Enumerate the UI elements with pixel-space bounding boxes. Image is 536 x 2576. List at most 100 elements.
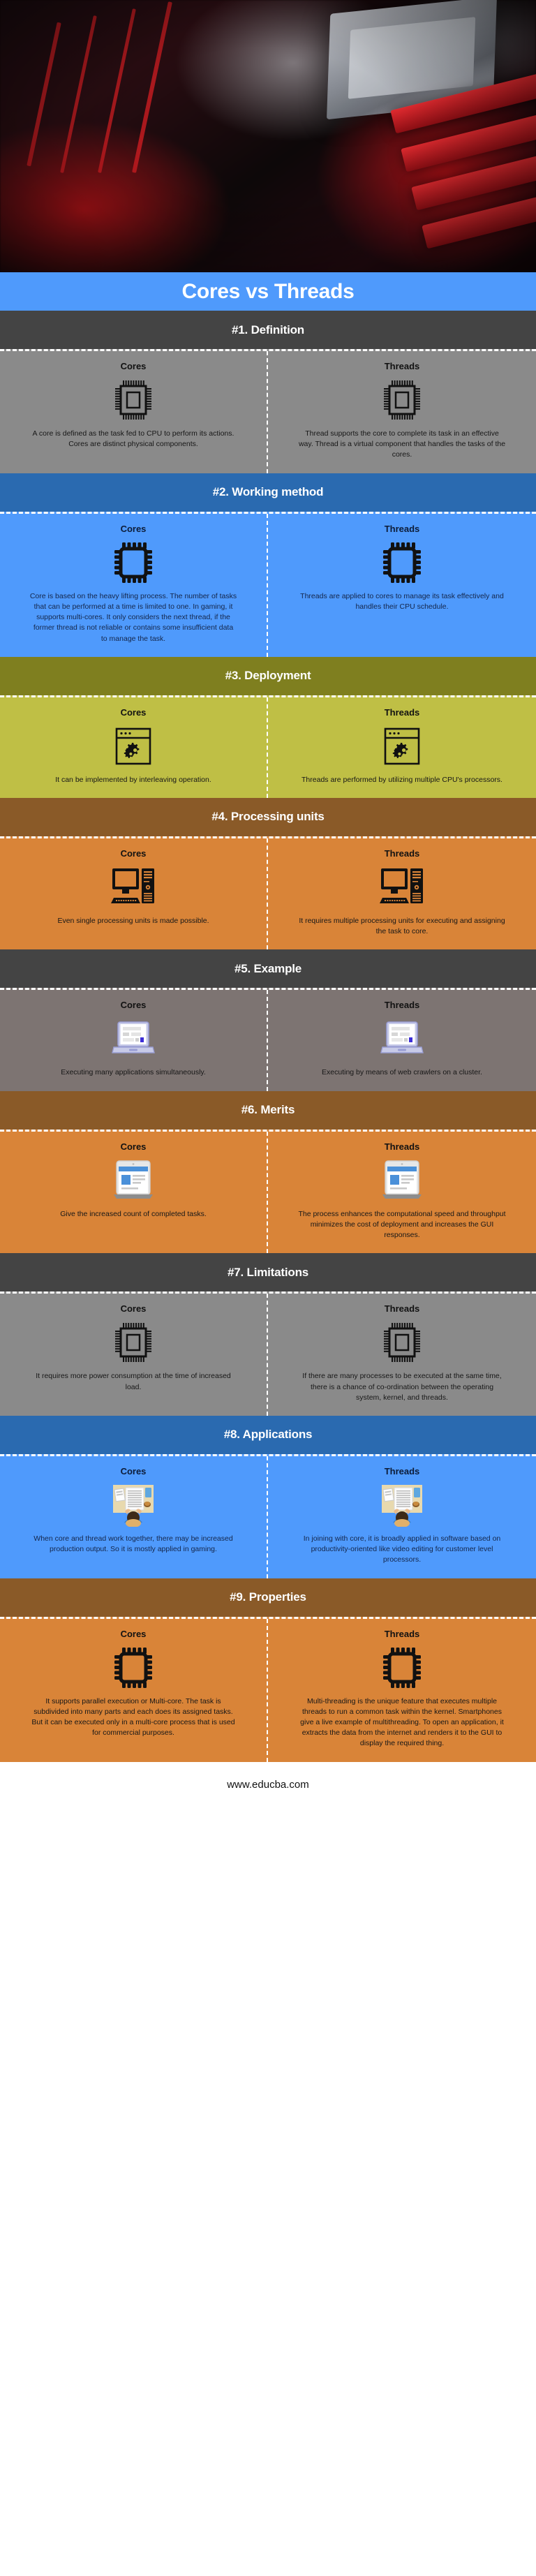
column-description: The process enhances the computational s…: [298, 1209, 506, 1240]
column-description: Thread supports the core to complete its…: [298, 429, 506, 459]
column-label: Cores: [120, 847, 147, 859]
hero-vignette: [0, 0, 536, 272]
column-description: Even single processing units is made pos…: [57, 916, 209, 925]
column-label: Cores: [120, 361, 147, 371]
comparison-column-right: Threads It requires multiple processing …: [268, 838, 536, 949]
main-title-band: Cores vs Threads: [0, 272, 536, 311]
section-title: #7. Limitations: [227, 1265, 309, 1279]
microchip-icon: [114, 541, 152, 584]
section: #9. Properties Cores It supports parallel…: [0, 1578, 536, 1762]
section: #2. Working method Cores Core is based on…: [0, 473, 536, 657]
column-label: Threads: [384, 1465, 420, 1476]
section-body: Cores It supports parallel execution or …: [0, 1616, 536, 1762]
comparison-column-right: Threads The process enhances the computa…: [268, 1132, 536, 1254]
section-body: Cores Even single processing units is ma…: [0, 836, 536, 950]
desktop-tower-icon: [111, 866, 156, 909]
comparison-column-left: Cores Executing many applications simult…: [0, 990, 268, 1091]
tablet-document-icon: [382, 1159, 422, 1202]
section-body: Cores A core is defined as the task fed …: [0, 349, 536, 473]
section: #7. Limitations Cores It requires more po…: [0, 1253, 536, 1416]
laptop-window-icon: [380, 1017, 424, 1060]
column-description: When core and thread work together, ther…: [34, 1534, 233, 1554]
comparison-column-right: Threads Executing by means of web crawle…: [268, 990, 536, 1090]
section: #1. Definition Cores A core is defined as…: [0, 311, 536, 473]
column-label: Cores: [120, 1000, 147, 1011]
column-description: Threads are applied to cores to manage i…: [300, 591, 504, 611]
comparison-column-left: Cores It requires more power consumption…: [0, 1294, 268, 1416]
comparison-column-left: Cores It can be implemented by interleav…: [0, 697, 268, 798]
column-label: Cores: [120, 523, 147, 534]
comparison-column-right: Threads Threads are performed by utilizi…: [268, 697, 536, 798]
column-description: If there are many processes to be execut…: [302, 1372, 502, 1402]
person-desk-icon: [379, 1483, 425, 1527]
column-label: Cores: [120, 706, 147, 718]
column-description: Executing by means of web crawlers on a …: [322, 1068, 482, 1077]
comparison-column-left: Cores A core is defined as the task fed …: [0, 351, 268, 473]
section-title: #9. Properties: [230, 1590, 306, 1604]
microchip-icon: [383, 541, 421, 584]
laptop-window-icon: [112, 1017, 155, 1060]
cpu-chip-icon: [384, 378, 420, 422]
section-body: Cores It requires more power consumption…: [0, 1291, 536, 1416]
column-description: Give the increased count of completed ta…: [60, 1209, 207, 1218]
microchip-icon: [383, 1646, 421, 1689]
section-title: #3. Deployment: [225, 669, 311, 683]
section: #5. Example Cores Executing many applicat…: [0, 949, 536, 1091]
section: #8. Applications Cores When core and thre…: [0, 1415, 536, 1578]
section-body: Cores Executing many applications simult…: [0, 988, 536, 1091]
comparison-column-right: Threads Thread supports the core to comp…: [268, 351, 536, 473]
section-title: #5. Example: [234, 961, 302, 975]
column-description: It requires multiple processing units fo…: [299, 916, 505, 936]
section-header: #2. Working method: [0, 473, 536, 512]
section-title: #2. Working method: [212, 485, 324, 499]
person-desk-icon: [110, 1483, 156, 1527]
comparison-column-right: Threads Multi-threading is the unique fe…: [268, 1619, 536, 1762]
browser-gears-icon: [114, 725, 152, 768]
section-header: #1. Definition: [0, 311, 536, 349]
column-description: It supports parallel execution or Multi-…: [31, 1696, 235, 1738]
column-label: Cores: [120, 1141, 147, 1152]
section-header: #3. Deployment: [0, 656, 536, 695]
column-label: Threads: [384, 1141, 420, 1152]
section-title: #1. Definition: [232, 323, 304, 336]
section: #6. Merits Cores Give the increased count…: [0, 1090, 536, 1254]
column-description: A core is defined as the task fed to CPU…: [32, 429, 234, 449]
comparison-column-right: Threads If there are many processes to b…: [268, 1294, 536, 1416]
column-description: Multi-threading is the unique feature th…: [300, 1696, 504, 1748]
column-label: Threads: [384, 1628, 420, 1639]
sections-container: #1. Definition Cores A core is defined as…: [0, 311, 536, 1762]
column-label: Cores: [120, 1303, 147, 1315]
page-title: Cores vs Threads: [181, 279, 355, 303]
column-description: In joining with core, it is broadly appl…: [303, 1534, 501, 1564]
comparison-column-left: Cores When core and thread work together…: [0, 1456, 268, 1578]
cpu-chip-icon: [384, 1321, 420, 1364]
section-body: Cores Core is based on the heavy lifting…: [0, 511, 536, 657]
column-label: Threads: [384, 706, 420, 718]
infographic-root: Cores vs Threads #1. Definition Cores A c…: [0, 0, 536, 1808]
column-label: Threads: [384, 1000, 420, 1011]
microchip-icon: [114, 1646, 152, 1689]
comparison-column-right: Threads Threads are applied to cores to …: [268, 514, 536, 657]
section: #3. Deployment Cores It can be implement…: [0, 656, 536, 798]
tablet-document-icon: [114, 1159, 153, 1202]
footer-url: www.educba.com: [227, 1779, 309, 1791]
comparison-column-left: Cores It supports parallel execution or …: [0, 1618, 268, 1762]
section-header: #8. Applications: [0, 1415, 536, 1454]
hero-motherboard-photo: [0, 0, 536, 272]
cpu-chip-icon: [115, 1321, 151, 1364]
section-header: #6. Merits: [0, 1090, 536, 1130]
section-title: #8. Applications: [223, 1428, 313, 1442]
section-header: #7. Limitations: [0, 1253, 536, 1292]
column-label: Threads: [384, 847, 420, 859]
cpu-chip-icon: [115, 378, 151, 422]
column-description: It requires more power consumption at th…: [36, 1372, 231, 1391]
section-body: Cores Give the increased count of comple…: [0, 1129, 536, 1254]
section-header: #9. Properties: [0, 1578, 536, 1617]
column-label: Threads: [384, 1303, 420, 1315]
footer: www.educba.com: [0, 1761, 536, 1808]
section-title: #4. Processing units: [211, 810, 325, 824]
section-header: #4. Processing units: [0, 797, 536, 836]
comparison-column-right: Threads In joining with core, it is broa…: [268, 1456, 536, 1578]
browser-gears-icon: [383, 725, 421, 768]
comparison-column-left: Cores Give the increased count of comple…: [0, 1131, 268, 1254]
